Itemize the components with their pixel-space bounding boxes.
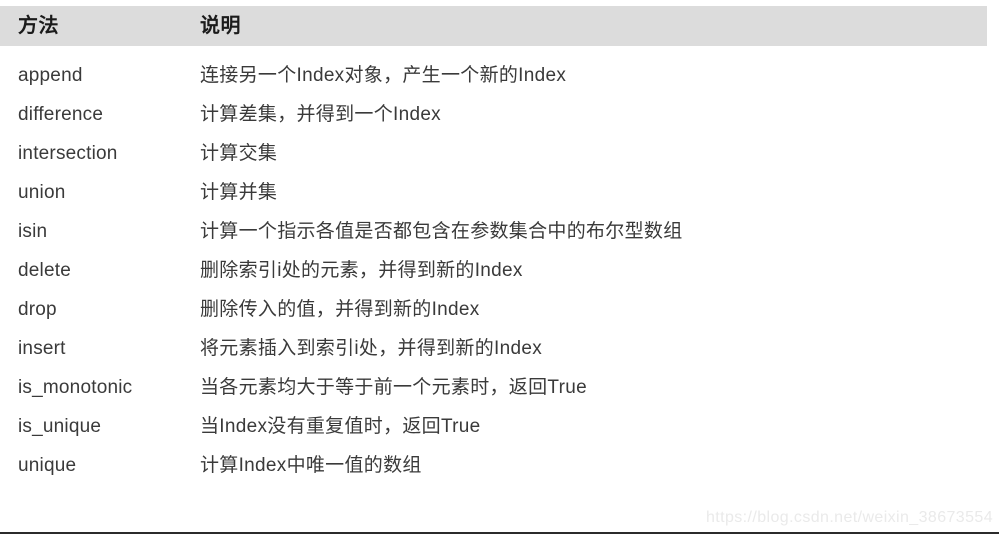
cell-method: intersection <box>18 143 118 164</box>
cell-method: difference <box>18 104 104 125</box>
cell-description: 计算一个指示各值是否都包含在参数集合中的布尔型数组 <box>200 221 683 242</box>
table-row: is_monotonic 当各元素均大于等于前一个元素时，返回True <box>0 368 999 407</box>
cell-description: 删除传入的值，并得到新的Index <box>200 299 480 320</box>
cell-description: 计算Index中唯一值的数组 <box>200 455 422 476</box>
cell-method: isin <box>18 221 48 242</box>
watermark-url: https://blog.csdn.net/weixin_38673554 <box>706 509 993 526</box>
cell-description: 计算并集 <box>200 182 278 203</box>
table-row: drop 删除传入的值，并得到新的Index <box>0 290 999 329</box>
cell-method: unique <box>18 455 77 476</box>
cell-description: 当各元素均大于等于前一个元素时，返回True <box>200 377 587 398</box>
table-row: isin 计算一个指示各值是否都包含在参数集合中的布尔型数组 <box>0 212 999 251</box>
cell-method: delete <box>18 260 71 281</box>
cell-description: 计算差集，并得到一个Index <box>200 104 441 125</box>
table-row: union 计算并集 <box>0 173 999 212</box>
table-row: delete 删除索引i处的元素，并得到新的Index <box>0 251 999 290</box>
index-methods-table: 方法 说明 append 连接另一个Index对象，产生一个新的Index diff… <box>0 0 999 542</box>
cell-method: append <box>18 65 83 86</box>
cell-method: is_unique <box>18 416 102 437</box>
cell-method: insert <box>18 338 66 359</box>
cell-description: 当Index没有重复值时，返回True <box>200 416 481 437</box>
cell-method: is_monotonic <box>18 377 133 398</box>
table-row: intersection 计算交集 <box>0 134 999 173</box>
cell-description: 将元素插入到索引i处，并得到新的Index <box>200 338 543 359</box>
table-body: append 连接另一个Index对象，产生一个新的Index difference… <box>0 56 999 485</box>
table-row: unique 计算Index中唯一值的数组 <box>0 446 999 485</box>
table-header-row: 方法 说明 <box>0 6 987 46</box>
column-header-method: 方法 <box>18 15 59 37</box>
table-bottom-rule <box>0 532 999 534</box>
table-row: insert 将元素插入到索引i处，并得到新的Index <box>0 329 999 368</box>
cell-description: 计算交集 <box>200 143 278 164</box>
cell-description: 连接另一个Index对象，产生一个新的Index <box>200 65 567 86</box>
cell-method: union <box>18 182 66 203</box>
table-row: is_unique 当Index没有重复值时，返回True <box>0 407 999 446</box>
table-row: append 连接另一个Index对象，产生一个新的Index <box>0 56 999 95</box>
table-row: difference 计算差集，并得到一个Index <box>0 95 999 134</box>
cell-method: drop <box>18 299 57 320</box>
column-header-description: 说明 <box>200 15 241 37</box>
cell-description: 删除索引i处的元素，并得到新的Index <box>200 260 523 281</box>
